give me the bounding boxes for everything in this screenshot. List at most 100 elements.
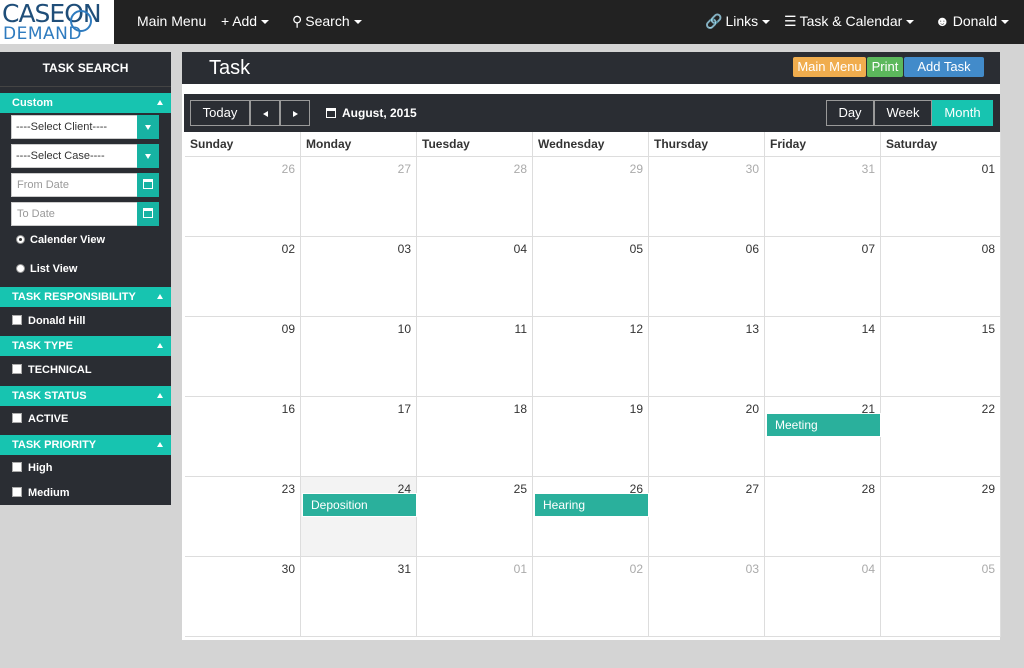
checkbox-icon (12, 315, 22, 325)
status-checkbox-active[interactable]: ACTIVE (12, 412, 68, 426)
day-cell[interactable]: 11 (417, 317, 533, 397)
day-number: 31 (397, 562, 411, 576)
brand-logo[interactable]: CASEON DEMAND (0, 0, 114, 44)
day-number: 05 (981, 562, 995, 576)
nav-task-calendar-dropdown[interactable]: ☰ Task & Calendar (784, 0, 915, 44)
print-button[interactable]: Print (867, 57, 903, 77)
responsibility-checkbox-donald-hill[interactable]: Donald Hill (12, 314, 85, 328)
day-cell[interactable]: 26 (185, 157, 301, 237)
view-month-button[interactable]: Month (932, 100, 993, 126)
case-select-toggle[interactable] (137, 144, 159, 168)
calendar-event[interactable]: Hearing (534, 493, 649, 517)
day-cell[interactable]: 02 (533, 557, 649, 637)
calendar-event[interactable]: Meeting (766, 413, 881, 437)
caret-down-icon (145, 125, 151, 130)
day-number: 02 (629, 562, 643, 576)
day-cell[interactable]: 19 (533, 397, 649, 477)
section-priority-header[interactable]: TASK PRIORITY (0, 435, 171, 455)
day-number: 22 (981, 402, 995, 416)
section-custom-header[interactable]: Custom (0, 93, 171, 113)
nav-user-dropdown[interactable]: ☻ Donald (935, 0, 1010, 44)
day-cell[interactable]: 10 (301, 317, 417, 397)
next-month-button[interactable] (280, 100, 310, 126)
day-cell[interactable]: 12 (533, 317, 649, 397)
type-checkbox-technical[interactable]: TECHNICAL (12, 363, 92, 377)
day-cell[interactable]: 14 (765, 317, 881, 397)
checkbox-label: ACTIVE (28, 413, 69, 425)
section-type-header[interactable]: TASK TYPE (0, 336, 171, 356)
day-cell[interactable]: 22 (881, 397, 1001, 477)
from-date-field[interactable]: From Date (11, 173, 159, 197)
day-number: 20 (745, 402, 759, 416)
today-button[interactable]: Today (190, 100, 250, 126)
prev-month-button[interactable] (250, 100, 280, 126)
day-cell[interactable]: 18 (417, 397, 533, 477)
main-menu-button[interactable]: Main Menu (793, 57, 866, 77)
day-cell[interactable]: 26 (533, 477, 649, 557)
weekday-header: Friday (765, 132, 881, 157)
collapse-up-icon (157, 100, 163, 105)
day-cell[interactable]: 16 (185, 397, 301, 477)
day-cell[interactable]: 25 (417, 477, 533, 557)
nav-links-dropdown[interactable]: 🔗 Links (705, 0, 771, 44)
list-view-radio[interactable]: List View (16, 262, 77, 276)
client-select[interactable]: ----Select Client---- (11, 115, 159, 139)
day-cell[interactable]: 06 (649, 237, 765, 317)
day-cell[interactable]: 04 (417, 237, 533, 317)
calendar-view-radio[interactable]: Calender View (16, 233, 105, 247)
day-cell[interactable]: 24 (301, 477, 417, 557)
day-cell[interactable]: 27 (301, 157, 417, 237)
to-date-picker-button[interactable] (137, 202, 159, 226)
day-cell[interactable]: 05 (881, 557, 1001, 637)
day-number: 12 (629, 322, 643, 336)
day-cell[interactable]: 29 (881, 477, 1001, 557)
day-cell[interactable]: 30 (649, 157, 765, 237)
priority-checkbox-high[interactable]: High (12, 461, 52, 475)
day-cell[interactable]: 03 (301, 237, 417, 317)
nav-add-dropdown[interactable]: + Add (221, 0, 270, 44)
day-cell[interactable]: 27 (649, 477, 765, 557)
to-date-field[interactable]: To Date (11, 202, 159, 226)
day-cell[interactable]: 04 (765, 557, 881, 637)
day-cell[interactable]: 28 (765, 477, 881, 557)
section-status-header[interactable]: TASK STATUS (0, 386, 171, 406)
day-number: 27 (745, 482, 759, 496)
day-cell[interactable]: 28 (417, 157, 533, 237)
day-cell[interactable]: 31 (765, 157, 881, 237)
day-cell[interactable]: 01 (417, 557, 533, 637)
day-cell[interactable]: 23 (185, 477, 301, 557)
day-cell[interactable]: 03 (649, 557, 765, 637)
nav-search-dropdown[interactable]: ⚲ Search (292, 0, 362, 44)
day-cell[interactable]: 02 (185, 237, 301, 317)
case-select[interactable]: ----Select Case---- (11, 144, 159, 168)
radio-unselected-icon (16, 264, 25, 273)
view-day-button[interactable]: Day (826, 100, 874, 126)
section-custom-label: Custom (12, 97, 53, 109)
calendar-icon (143, 208, 153, 218)
day-cell[interactable]: 07 (765, 237, 881, 317)
nav-main-menu[interactable]: Main Menu (137, 0, 206, 44)
day-cell[interactable]: 30 (185, 557, 301, 637)
page-title: Task (209, 57, 251, 79)
client-select-toggle[interactable] (137, 115, 159, 139)
day-cell[interactable]: 09 (185, 317, 301, 397)
add-task-button[interactable]: Add Task (904, 57, 984, 77)
day-cell[interactable]: 20 (649, 397, 765, 477)
view-week-button[interactable]: Week (874, 100, 932, 126)
day-cell[interactable]: 13 (649, 317, 765, 397)
weekday-header-row: Sunday Monday Tuesday Wednesday Thursday Frid… (185, 132, 1001, 157)
from-date-picker-button[interactable] (137, 173, 159, 197)
day-cell[interactable]: 08 (881, 237, 1001, 317)
day-cell[interactable]: 21 (765, 397, 881, 477)
day-cell[interactable]: 05 (533, 237, 649, 317)
section-responsibility-header[interactable]: TASK RESPONSIBILITY (0, 287, 171, 307)
plus-icon: + (221, 13, 230, 29)
day-cell[interactable]: 01 (881, 157, 1001, 237)
calendar-event[interactable]: Deposition (302, 493, 417, 517)
weekday-header: Thursday (649, 132, 765, 157)
priority-checkbox-medium[interactable]: Medium (12, 486, 70, 500)
day-cell[interactable]: 17 (301, 397, 417, 477)
day-cell[interactable]: 29 (533, 157, 649, 237)
day-cell[interactable]: 31 (301, 557, 417, 637)
day-cell[interactable]: 15 (881, 317, 1001, 397)
